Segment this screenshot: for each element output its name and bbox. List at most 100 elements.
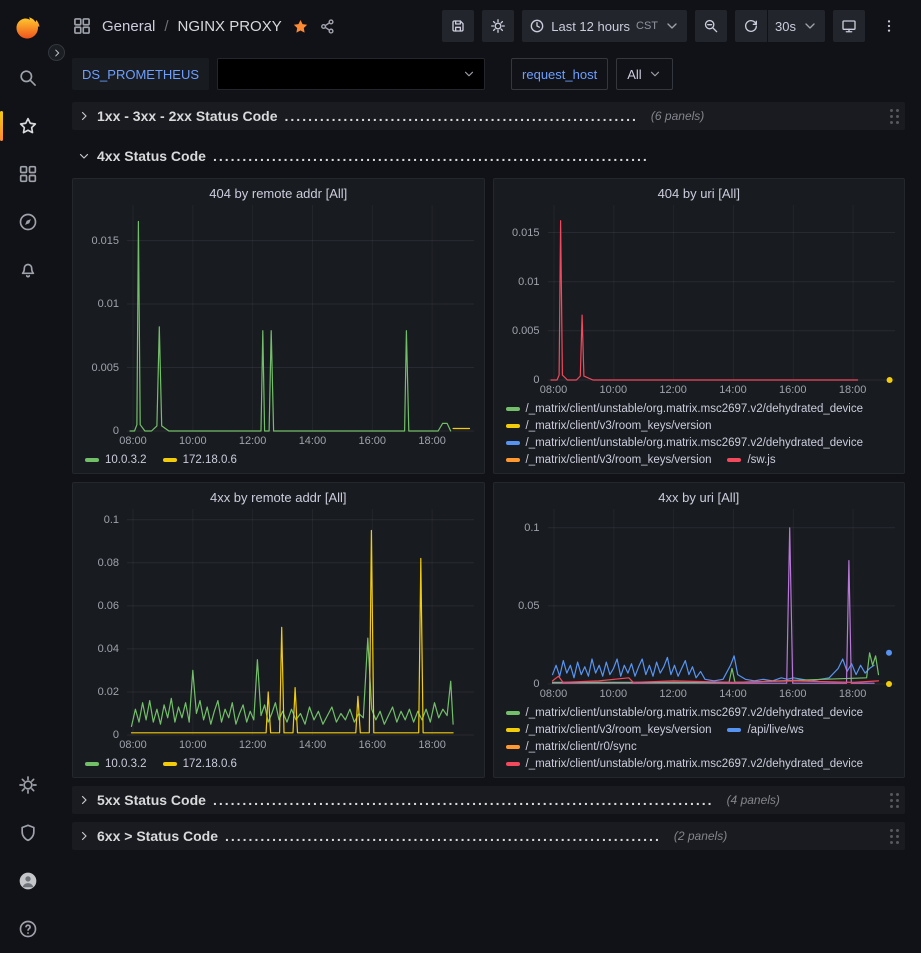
request-host-variable-value: All xyxy=(627,67,641,82)
x-axis: 08:0010:0012:0014:0016:0018:00 xyxy=(127,431,474,449)
panel-title[interactable]: 4xx by remote addr [All] xyxy=(83,487,474,509)
refresh-button[interactable] xyxy=(735,10,767,42)
legend-item[interactable]: /_matrix/client/unstable/org.matrix.msc2… xyxy=(506,706,864,720)
legend-label: /_matrix/client/r0/sync xyxy=(526,740,637,754)
chart-404-by-remote-addr: 00.0050.010.015 08:0010:0012:0014:0016:0… xyxy=(83,205,474,449)
x-axis-tick: 18:00 xyxy=(839,384,867,396)
legend-item[interactable]: 10.0.3.2 xyxy=(85,757,147,771)
sidebar-settings-item[interactable] xyxy=(0,761,56,809)
x-axis-tick: 16:00 xyxy=(779,688,807,700)
save-icon xyxy=(450,18,466,34)
panel-4xx-by-remote-addr: 4xx by remote addr [All] 00.020.040.060.… xyxy=(72,482,485,778)
share-icon[interactable] xyxy=(319,18,336,35)
plot-area[interactable] xyxy=(548,205,895,380)
y-axis-tick: 0 xyxy=(533,678,539,690)
row-panel-count: (6 panels) xyxy=(651,109,704,123)
panel-legend: 10.0.3.2 172.18.0.6 xyxy=(83,753,474,771)
sidebar xyxy=(0,0,56,953)
row-title: 1xx - 3xx - 2xx Status Code xyxy=(97,108,278,124)
sidebar-alerting-item[interactable] xyxy=(0,246,56,294)
refresh-icon xyxy=(743,18,759,34)
x-axis-tick: 08:00 xyxy=(540,688,568,700)
x-axis-tick: 12:00 xyxy=(239,435,267,447)
sidebar-collapse-toggle[interactable] xyxy=(48,44,65,61)
sidebar-dashboards-item[interactable] xyxy=(0,150,56,198)
legend-item[interactable]: /_matrix/client/v3/room_keys/version xyxy=(506,419,712,433)
y-axis-tick: 0.05 xyxy=(518,600,539,612)
dashboard-settings-button[interactable] xyxy=(482,10,514,42)
legend-item[interactable]: /_matrix/client/r0/sync xyxy=(506,740,637,754)
sidebar-search-item[interactable] xyxy=(0,54,56,102)
x-axis-tick: 16:00 xyxy=(359,739,387,751)
x-axis-tick: 10:00 xyxy=(179,435,207,447)
legend-item[interactable]: 10.0.3.2 xyxy=(85,453,147,467)
row-4xx[interactable]: 4xx Status Code ........................… xyxy=(72,142,905,170)
legend-label: /_matrix/client/unstable/org.matrix.msc2… xyxy=(526,402,864,416)
row-panel-count: (2 panels) xyxy=(674,829,727,843)
legend-swatch-icon xyxy=(506,407,520,411)
plot-area[interactable] xyxy=(127,205,474,431)
legend-item[interactable]: /_matrix/client/unstable/org.matrix.msc2… xyxy=(506,436,864,450)
grafana-logo-icon[interactable] xyxy=(12,12,44,44)
chevron-down-icon xyxy=(664,18,680,34)
legend-item[interactable]: /_matrix/client/v3/room_keys/version xyxy=(506,723,712,737)
monitor-icon xyxy=(841,18,857,34)
favorite-star-icon[interactable] xyxy=(292,18,309,35)
refresh-interval-picker[interactable]: 30s xyxy=(767,10,825,42)
legend-swatch-icon xyxy=(85,762,99,766)
sidebar-explore-item[interactable] xyxy=(0,198,56,246)
apps-grid-icon[interactable] xyxy=(72,16,92,36)
legend-swatch-icon xyxy=(727,458,741,462)
legend-item[interactable]: /api/live/ws xyxy=(727,723,803,737)
legend-item[interactable]: 172.18.0.6 xyxy=(163,453,237,467)
panel-grid: 4xx by remote addr [All] 00.020.040.060.… xyxy=(72,482,905,778)
legend-item[interactable]: /sw.js xyxy=(727,453,775,467)
x-axis-tick: 16:00 xyxy=(359,435,387,447)
time-range-picker[interactable]: Last 12 hours CST xyxy=(522,10,687,42)
row-drag-handle[interactable] xyxy=(888,827,901,846)
plot-area[interactable] xyxy=(548,509,895,684)
row-drag-handle[interactable] xyxy=(888,791,901,810)
datasource-variable-dropdown[interactable] xyxy=(217,58,485,90)
request-host-variable-dropdown[interactable]: All xyxy=(616,58,672,90)
save-dashboard-button[interactable] xyxy=(442,10,474,42)
sidebar-profile-item[interactable] xyxy=(0,857,56,905)
zoom-out-button[interactable] xyxy=(695,10,727,42)
legend-item[interactable]: /_matrix/client/v3/room_keys/version xyxy=(506,453,712,467)
row-5xx[interactable]: 5xx Status Code ........................… xyxy=(72,786,905,814)
y-axis-tick: 0.1 xyxy=(524,522,539,534)
tv-mode-button[interactable] xyxy=(833,10,865,42)
row-dots: ........................................… xyxy=(213,792,714,808)
legend-swatch-icon xyxy=(506,762,520,766)
legend-label: /_matrix/client/unstable/org.matrix.msc2… xyxy=(526,706,864,720)
time-range-label: Last 12 hours xyxy=(551,19,630,34)
x-axis-tick: 12:00 xyxy=(659,688,687,700)
breadcrumb-section[interactable]: General xyxy=(102,18,155,35)
legend-label: /_matrix/client/v3/room_keys/version xyxy=(526,419,712,433)
panel-title[interactable]: 4xx by uri [All] xyxy=(504,487,895,509)
main-area: General / NGINX PROXY xyxy=(56,0,921,953)
sidebar-help-item[interactable] xyxy=(0,905,56,953)
breadcrumb-dashboard-title[interactable]: NGINX PROXY xyxy=(178,18,282,35)
legend-item[interactable]: /_matrix/client/unstable/org.matrix.msc2… xyxy=(506,402,864,416)
row-drag-handle[interactable] xyxy=(888,107,901,126)
legend-label: /_matrix/client/unstable/org.matrix.msc2… xyxy=(526,757,864,771)
plot-area[interactable] xyxy=(127,509,474,735)
panel-title[interactable]: 404 by remote addr [All] xyxy=(83,183,474,205)
legend-item[interactable]: 172.18.0.6 xyxy=(163,757,237,771)
sidebar-admin-item[interactable] xyxy=(0,809,56,857)
star-icon xyxy=(18,116,38,136)
panel-4xx-by-uri: 4xx by uri [All] 0 0.05 0.1 08:00 10:00 12:0… xyxy=(493,482,906,778)
kebab-menu-button[interactable] xyxy=(873,10,905,42)
legend-label: /api/live/ws xyxy=(747,723,803,737)
row-6xx[interactable]: 6xx > Status Code ......................… xyxy=(72,822,905,850)
row-1xx-3xx-2xx[interactable]: 1xx - 3xx - 2xx Status Code ............… xyxy=(72,102,905,130)
x-axis-tick: 10:00 xyxy=(600,688,628,700)
refresh-button-group: 30s xyxy=(735,10,825,42)
legend-swatch-icon xyxy=(163,762,177,766)
sidebar-starred-item[interactable] xyxy=(0,102,56,150)
x-axis-tick: 16:00 xyxy=(779,384,807,396)
breadcrumb-separator: / xyxy=(163,18,169,35)
panel-title[interactable]: 404 by uri [All] xyxy=(504,183,895,205)
legend-item[interactable]: /_matrix/client/unstable/org.matrix.msc2… xyxy=(506,757,864,771)
